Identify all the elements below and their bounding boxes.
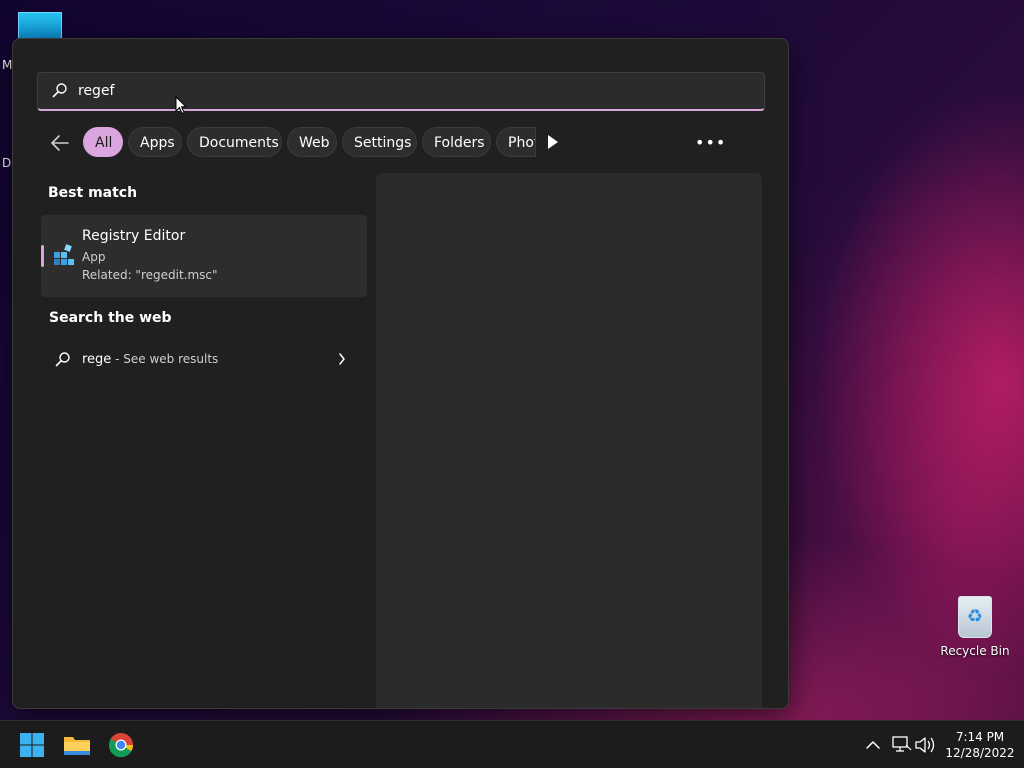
system-clock[interactable]: 7:14 PM 12/28/2022	[944, 729, 1016, 761]
scroll-filters-right-icon[interactable]	[548, 135, 558, 149]
filter-all[interactable]: All	[83, 127, 123, 157]
preview-pane	[376, 173, 762, 708]
filter-apps[interactable]: Apps	[128, 127, 182, 157]
registry-editor-icon	[54, 244, 74, 265]
back-arrow-icon[interactable]	[49, 133, 71, 153]
show-hidden-icons-chevron-icon[interactable]	[864, 721, 882, 768]
desktop-icon-label-d: D	[2, 156, 12, 170]
selection-indicator	[41, 245, 44, 267]
volume-icon[interactable]	[914, 721, 936, 768]
search-panel: All Apps Documents Web Settings Folders …	[12, 38, 789, 709]
mouse-cursor-icon	[175, 96, 187, 115]
web-search-suffix: - See web results	[111, 352, 219, 366]
network-icon[interactable]	[890, 721, 912, 768]
best-match-name: Registry Editor	[82, 228, 186, 244]
taskbar: 7:14 PM 12/28/2022	[0, 720, 1024, 768]
file-explorer-icon[interactable]	[61, 729, 93, 761]
recycle-bin-icon: ♻	[958, 596, 992, 638]
web-search-query: rege	[82, 352, 112, 367]
recycle-bin-label: Recycle Bin	[940, 644, 1010, 658]
windows-start-icon[interactable]	[16, 729, 48, 761]
filter-documents[interactable]: Documents	[187, 127, 282, 157]
search-box[interactable]	[37, 72, 765, 111]
search-web-heading: Search the web	[49, 310, 172, 326]
recycle-bin[interactable]: ♻ Recycle Bin	[940, 596, 1010, 658]
best-match-type: App	[82, 250, 106, 264]
chevron-right-icon	[339, 353, 345, 365]
desktop-icon-label-m: M	[2, 58, 13, 72]
desktop-shortcut-icon[interactable]	[18, 12, 62, 40]
search-icon	[52, 83, 67, 98]
web-search-result[interactable]: rege - See web results	[41, 339, 367, 379]
best-match-heading: Best match	[48, 185, 138, 201]
filter-bar: All Apps Documents Web Settings Folders …	[43, 127, 763, 159]
clock-date: 12/28/2022	[945, 746, 1015, 760]
best-match-result[interactable]: Registry Editor App Related: "regedit.ms…	[41, 215, 367, 297]
search-icon	[55, 352, 70, 367]
chrome-icon[interactable]	[105, 729, 137, 761]
best-match-related: Related: "regedit.msc"	[82, 268, 218, 282]
filter-settings[interactable]: Settings	[342, 127, 417, 157]
clock-time: 7:14 PM	[955, 730, 1005, 744]
filter-web[interactable]: Web	[287, 127, 337, 157]
filter-photos[interactable]: Phot	[496, 127, 536, 157]
more-options-icon[interactable]: •••	[695, 133, 726, 152]
filter-folders[interactable]: Folders	[422, 127, 491, 157]
